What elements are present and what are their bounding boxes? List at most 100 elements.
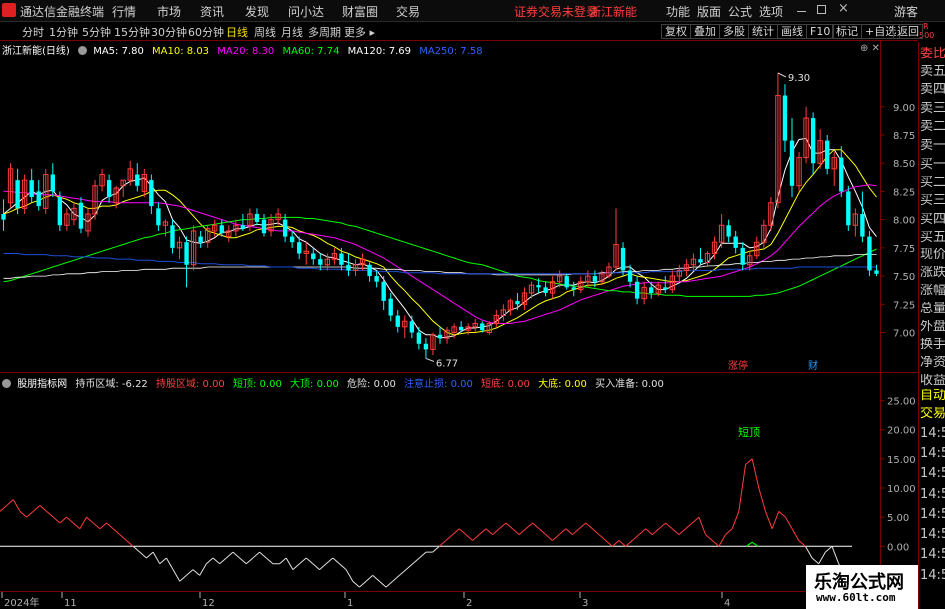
candle-body bbox=[839, 157, 844, 192]
indicator-segment bbox=[152, 551, 161, 565]
indicator-segment bbox=[671, 528, 680, 536]
indicator-segment bbox=[252, 551, 260, 559]
indicator-segment bbox=[119, 534, 127, 541]
candle-body bbox=[395, 315, 400, 327]
indicator-segment bbox=[86, 516, 94, 524]
candle-body bbox=[649, 287, 654, 293]
sub-tick-label: 20.00 bbox=[887, 426, 916, 437]
indicator-segment bbox=[172, 569, 181, 582]
candle-body bbox=[663, 287, 668, 290]
indicator-segment bbox=[651, 528, 660, 536]
quote-panel: 委比 卖五 卖四 卖三 卖二 卖一 买一 买二 买三 买四 买五 现价 涨跌 涨幅 总量 外盘 换手 净资 收益 自动… bbox=[918, 42, 945, 609]
indicator-segment bbox=[239, 557, 247, 565]
indicator-segment bbox=[259, 551, 267, 559]
indicator-segment bbox=[705, 534, 713, 541]
indicator-segment bbox=[66, 516, 74, 524]
indicator-segment bbox=[385, 580, 394, 588]
candle-body bbox=[480, 323, 485, 331]
candle-body bbox=[726, 225, 731, 237]
quote-row-28: 14:56 bbox=[920, 569, 945, 583]
indicator-segment bbox=[99, 522, 107, 530]
candle-body bbox=[437, 334, 443, 339]
quote-row-13: 涨幅 bbox=[920, 284, 945, 298]
y-tick-label: 8.75 bbox=[893, 131, 915, 142]
indicator-segment bbox=[831, 546, 840, 564]
candle-body bbox=[135, 174, 140, 186]
quote-row-21: 14:56 bbox=[920, 427, 945, 441]
candle-body bbox=[15, 180, 20, 209]
quote-row-18: 收益 bbox=[920, 374, 945, 388]
indicator-segment bbox=[825, 545, 833, 553]
indicator-segment bbox=[92, 522, 101, 530]
indicator-segment bbox=[365, 575, 374, 582]
indicator-segment bbox=[245, 557, 254, 565]
indicator-segment bbox=[179, 575, 187, 582]
candle-body bbox=[388, 298, 393, 316]
x-tick-label: 3 bbox=[582, 598, 588, 609]
short-top-label: 短顶 bbox=[738, 425, 760, 439]
quote-row-7: 买二 bbox=[920, 176, 945, 190]
indicator-segment bbox=[352, 580, 360, 588]
kline-chart[interactable]: 短顶 7.007.257.507.758.008.258.508.759.00-… bbox=[0, 0, 945, 609]
sub-tick-label: 15.00 bbox=[887, 455, 916, 466]
indicator-segment bbox=[12, 499, 21, 512]
candle-body bbox=[282, 219, 288, 237]
indicator-segment bbox=[126, 540, 134, 547]
indicator-segment bbox=[791, 528, 800, 541]
candle-body bbox=[860, 214, 865, 237]
quote-row-2: 卖四 bbox=[920, 83, 945, 97]
indicator-segment bbox=[465, 534, 473, 541]
candle-body bbox=[571, 287, 576, 290]
candle-body bbox=[106, 180, 112, 198]
quote-row-16: 换手 bbox=[920, 338, 945, 352]
ma10-line bbox=[3, 149, 877, 336]
indicator-segment bbox=[798, 540, 806, 547]
indicator-segment bbox=[538, 528, 547, 536]
quote-row-17: 净资 bbox=[920, 356, 945, 370]
indicator-segment bbox=[6, 499, 14, 506]
candle-body bbox=[627, 270, 633, 282]
indicator-segment bbox=[219, 557, 227, 565]
indicator-segment bbox=[745, 458, 753, 466]
indicator-segment bbox=[319, 563, 327, 570]
indicator-segment bbox=[645, 528, 653, 536]
financial-report-tag: 财 bbox=[808, 359, 818, 372]
indicator-segment bbox=[112, 528, 121, 536]
indicator-segment bbox=[438, 540, 447, 547]
candle-body bbox=[825, 140, 830, 169]
indicator-segment bbox=[758, 487, 766, 512]
quote-row-4: 卖二 bbox=[920, 120, 945, 134]
indicator-segment bbox=[392, 575, 400, 582]
candle-body bbox=[198, 236, 203, 243]
indicator-segment bbox=[518, 528, 527, 536]
x-tick-label: 1 bbox=[347, 598, 353, 609]
indicator-segment bbox=[691, 516, 700, 524]
candle-body bbox=[515, 300, 520, 305]
indicator-segment bbox=[778, 510, 786, 518]
indicator-segment bbox=[325, 557, 334, 565]
candle-body bbox=[346, 264, 351, 271]
watermark: 乐淘公式网 www.60lt.com bbox=[806, 565, 918, 609]
candle-body bbox=[50, 174, 55, 192]
candle-body bbox=[261, 219, 267, 234]
x-tick-label: 2 bbox=[466, 598, 472, 609]
short-top-marker bbox=[745, 541, 759, 547]
x-tick-label: 2024年 bbox=[4, 596, 39, 609]
indicator-segment bbox=[731, 511, 740, 529]
candle-body bbox=[156, 208, 161, 226]
quote-row-14: 总量 bbox=[920, 302, 945, 316]
candle-body bbox=[374, 276, 379, 282]
low-marker bbox=[425, 357, 435, 362]
candle-body bbox=[458, 326, 464, 331]
indicator-segment bbox=[225, 551, 234, 559]
quote-row-5: 卖一 bbox=[920, 139, 945, 153]
candle-body bbox=[733, 236, 738, 248]
high-marker bbox=[777, 72, 787, 78]
indicator-segment bbox=[186, 569, 194, 576]
candle-body bbox=[240, 225, 246, 229]
indicator-segment bbox=[299, 557, 307, 565]
candle-body bbox=[184, 242, 189, 265]
indicator-segment bbox=[265, 557, 274, 565]
indicator-segment bbox=[572, 528, 580, 536]
indicator-segment bbox=[592, 528, 600, 536]
